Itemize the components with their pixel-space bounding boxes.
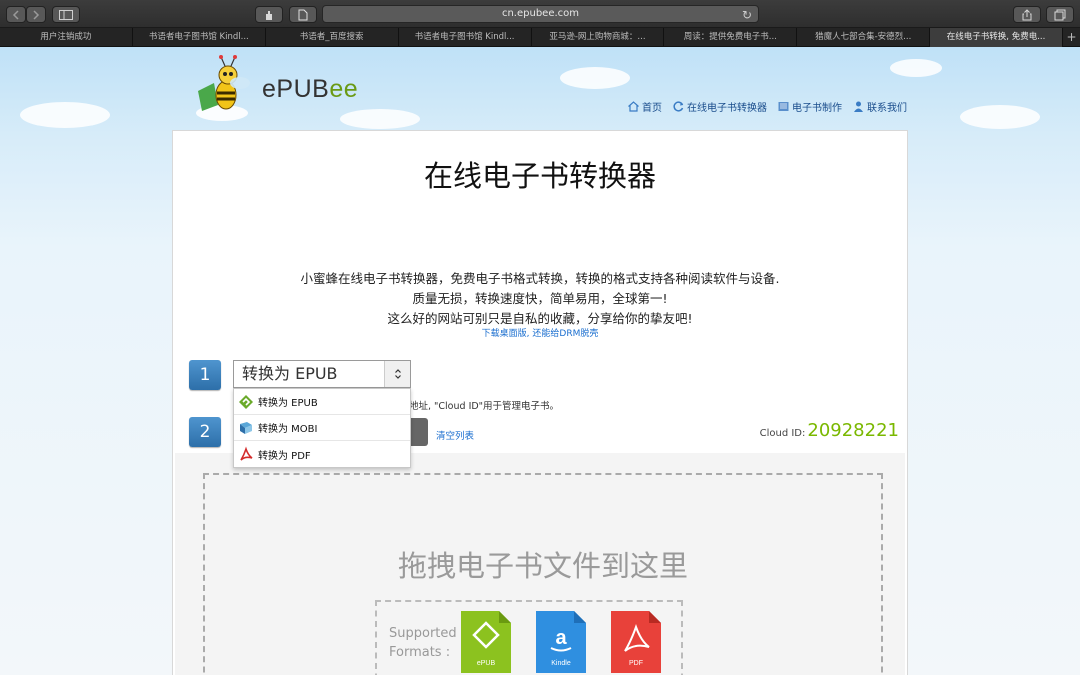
nav-contact-label: 联系我们 [867,103,907,114]
cloud-decoration [20,102,110,128]
dropzone-area[interactable]: 拖拽电子书文件到这里 Supported Formats : ePUB a Ki… [175,453,905,675]
share-button[interactable] [1013,6,1041,23]
tabs-overview-button[interactable] [1046,6,1074,23]
cloud-id-hint: 地址, "Cloud ID"用于管理电子书。 [409,401,560,412]
tab-6[interactable]: 周读：提供免费电子书... [664,28,798,47]
nav-ebook-make[interactable]: 电子书制作 [777,99,842,114]
reload-icon[interactable]: ↻ [742,7,752,23]
tab-bar: 用户注销成功 书语者电子图书馆 Kindl... 书语者_百度搜索 书语者电子图… [0,28,1080,47]
cloud-decoration [890,59,942,77]
nav-home[interactable]: 首页 [627,99,662,114]
tabs-icon [1054,9,1066,20]
cloud-decoration [960,105,1040,129]
refresh-icon [673,101,684,112]
format-select[interactable]: 转换为 EPUB [233,360,411,388]
option-pdf-label: 转换为 PDF [258,450,311,462]
option-mobi[interactable]: 转换为 MOBI [234,415,410,441]
page-icon [298,9,308,20]
format-dropdown-menu: 转换为 EPUB 转换为 MOBI 转换为 PDF [233,388,411,468]
nav-ebook-make-label: 电子书制作 [792,103,842,114]
back-button[interactable] [6,6,26,23]
nav-contact[interactable]: 联系我们 [852,99,907,114]
option-mobi-label: 转换为 MOBI [258,424,318,435]
option-epub-label: 转换为 EPUB [258,398,318,409]
dropzone-text: 拖拽电子书文件到这里 [397,549,688,583]
tab-7[interactable]: 猎魔人七部合集-安德烈... [797,28,931,47]
mobi-book-icon [240,421,252,434]
description-line-3: 这么好的网站可别只是自私的收藏，分享给你的挚友吧! [387,311,693,326]
supported-formats-box: Supported Formats : ePUB a Kindle PDF [375,600,683,675]
web-page: ePUBee 首页 在线电子书转换器 电子书制作 联系我们 在线电子书转换器 小… [0,47,1080,675]
step-2-badge: 2 [189,417,221,447]
description-line-1: 小蜜蜂在线电子书转换器，免费电子书格式转换，转换的格式支持各种阅读软件与设备. [300,271,780,286]
description-line-2: 质量无损，转换速度快，简单易用，全球第一! [412,291,668,306]
drm-removal-link[interactable]: 还能给DRM脱壳 [532,329,598,339]
kindle-format-label: Kindle [551,660,571,667]
converter-panel: 在线电子书转换器 小蜜蜂在线电子书转换器，免费电子书格式转换，转换的格式支持各种… [172,130,908,675]
dropzone-border[interactable]: 拖拽电子书文件到这里 Supported Formats : ePUB a Ki… [203,473,883,675]
sidebar-button[interactable] [52,6,80,23]
person-icon [854,101,863,112]
promo-links: 下载桌面版, 还能给DRM脱壳 [173,326,907,339]
svg-text:a: a [555,627,567,649]
chevron-left-icon [12,9,19,20]
cloud-id: Cloud ID: 20928221 [760,420,899,441]
pdf-format-icon: PDF [611,611,661,673]
nav-home-label: 首页 [642,103,662,114]
pdf-icon [240,446,253,461]
hand-icon [266,10,272,20]
home-icon [628,101,639,112]
select-arrows-icon[interactable] [384,361,410,387]
page-title: 在线电子书转换器 [423,159,656,193]
book-icon [778,102,789,111]
forward-button[interactable] [26,6,46,23]
url-text: cn.epubee.com [501,8,580,19]
site-nav: 首页 在线电子书转换器 电子书制作 联系我们 [627,99,911,114]
tab-4[interactable]: 书语者电子图书馆 Kindl... [399,28,532,47]
supported-formats-label: Supported Formats : [389,626,457,660]
epub-icon [239,394,253,409]
tab-8-active[interactable]: 在线电子书转换, 免费电... [930,28,1063,47]
pdf-format-label: PDF [629,660,643,667]
link-separator: , [526,329,530,339]
hand-button[interactable] [255,6,283,23]
share-icon [1022,8,1032,20]
tab-1[interactable]: 用户注销成功 [0,28,133,47]
sidebar-icon [59,9,73,20]
option-epub[interactable]: 转换为 EPUB [234,389,410,415]
browser-toolbar: cn.epubee.com ↻ [0,0,1080,28]
epub-format-icon: ePUB [461,611,511,673]
tab-5[interactable]: 亚马逊-网上购物商城：... [532,28,665,47]
kindle-format-icon: a Kindle [536,611,586,673]
option-pdf[interactable]: 转换为 PDF [234,441,410,467]
tab-2[interactable]: 书语者电子图书馆 Kindl... [133,28,266,47]
chevron-right-icon [33,9,40,20]
reader-button[interactable] [289,6,317,23]
new-tab-button[interactable]: + [1063,28,1080,46]
cloud-id-label: Cloud ID: [759,428,806,439]
download-desktop-link[interactable]: 下载桌面版 [482,329,527,339]
updown-icon [394,369,401,379]
nav-converter[interactable]: 在线电子书转换器 [672,99,767,114]
nav-converter-label: 在线电子书转换器 [687,103,767,114]
cloud-id-value: 20928221 [807,420,899,441]
address-bar[interactable]: cn.epubee.com ↻ [322,5,759,23]
epub-format-label: ePUB [477,660,496,667]
site-logo-text[interactable]: ePUBee [262,75,358,104]
tab-3[interactable]: 书语者_百度搜索 [266,28,399,47]
step-1-badge: 1 [189,360,221,390]
clear-list-link[interactable]: 清空列表 [436,428,474,442]
format-select-value: 转换为 EPUB [242,364,338,383]
cloud-decoration [560,67,630,89]
